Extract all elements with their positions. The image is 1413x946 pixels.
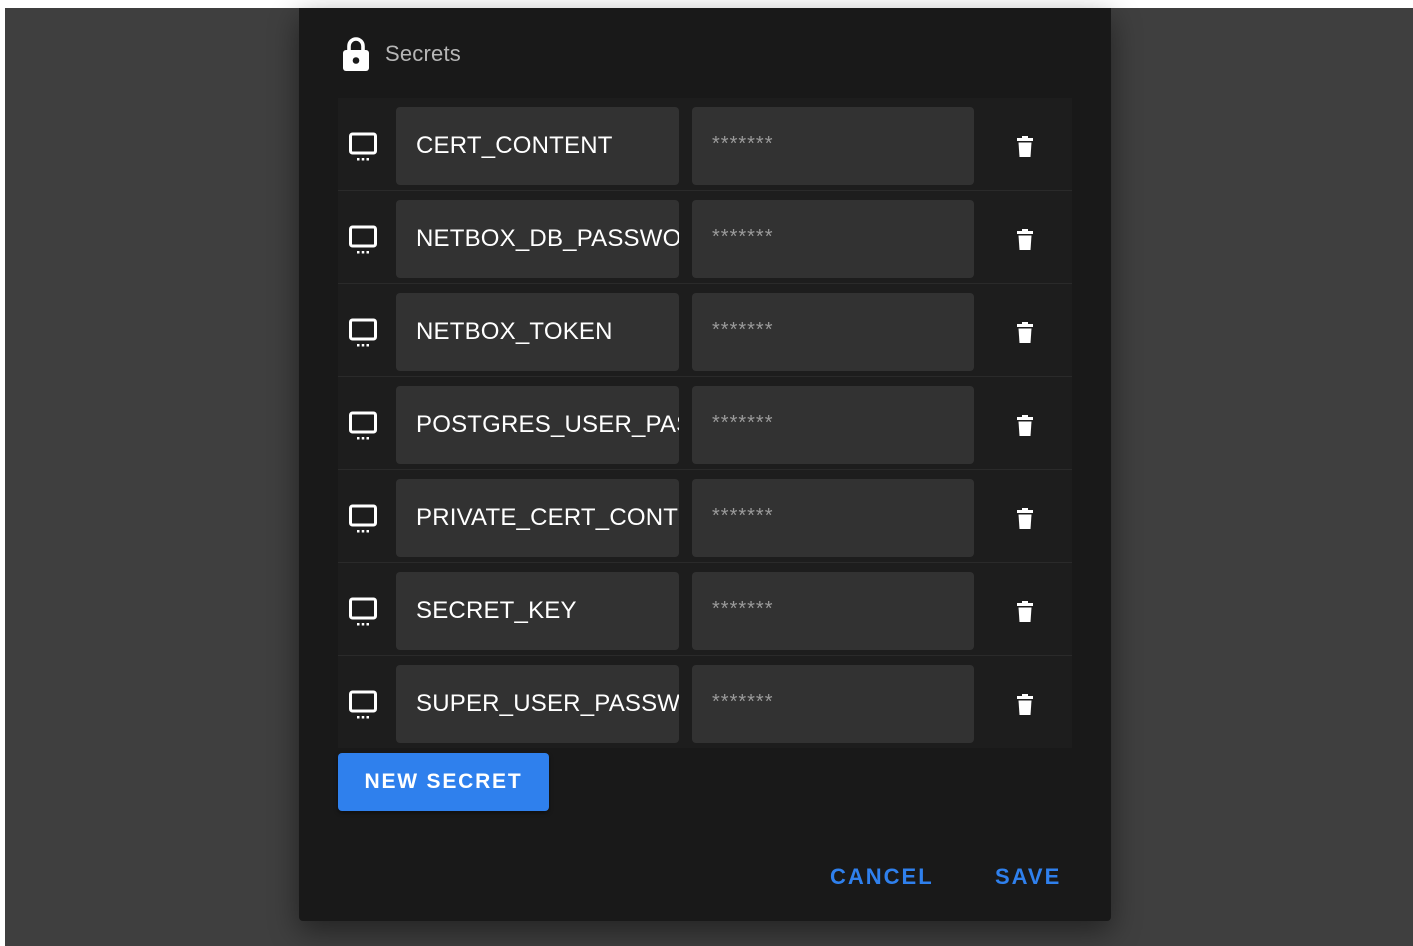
secret-value-text: ******* (712, 133, 774, 155)
monitor-icon[interactable] (348, 225, 378, 255)
trash-icon[interactable] (1016, 415, 1034, 437)
secret-key-text: NETBOX_DB_PASSWORD (416, 225, 679, 252)
new-secret-button[interactable]: NEW SECRET (338, 753, 549, 811)
secret-key-text: SECRET_KEY (416, 597, 577, 624)
secret-value-field[interactable]: ******* (692, 665, 974, 743)
secret-key-field[interactable]: NETBOX_TOKEN (396, 293, 679, 371)
secret-key-field[interactable]: POSTGRES_USER_PASSWORD (396, 386, 679, 464)
trash-icon[interactable] (1016, 601, 1034, 623)
lock-icon (341, 36, 371, 72)
secret-row: SECRET_KEY ******* (338, 563, 1072, 656)
secret-key-text: SUPER_USER_PASSWORD (416, 690, 679, 717)
secret-value-text: ******* (712, 319, 774, 341)
secret-row: NETBOX_DB_PASSWORD ******* (338, 191, 1072, 284)
trash-icon[interactable] (1016, 322, 1034, 344)
secret-value-text: ******* (712, 412, 774, 434)
secret-key-text: CERT_CONTENT (416, 132, 613, 159)
dialog-title: Secrets (385, 41, 461, 66)
monitor-icon[interactable] (348, 597, 378, 627)
monitor-icon[interactable] (348, 504, 378, 534)
secret-value-field[interactable]: ******* (692, 107, 974, 185)
secret-row: SUPER_USER_PASSWORD ******* (338, 656, 1072, 749)
cancel-button[interactable]: CANCEL (830, 864, 934, 890)
secret-value-field[interactable]: ******* (692, 479, 974, 557)
monitor-icon[interactable] (348, 132, 378, 162)
monitor-icon[interactable] (348, 411, 378, 441)
secrets-list: CERT_CONTENT ******* NETBOX_DB_PASSWO **… (338, 98, 1072, 748)
trash-icon[interactable] (1016, 694, 1034, 716)
secret-key-field[interactable]: SUPER_USER_PASSWORD (396, 665, 679, 743)
secret-value-text: ******* (712, 598, 774, 620)
secret-value-field[interactable]: ******* (692, 572, 974, 650)
secret-row: POSTGRES_USER_PASSWORD ******* (338, 377, 1072, 470)
secret-key-text: POSTGRES_USER_PASSWORD (416, 411, 679, 438)
secret-row: PRIVATE_CERT_CONTENT ******* (338, 470, 1072, 563)
trash-icon[interactable] (1016, 229, 1034, 251)
trash-icon[interactable] (1016, 136, 1034, 158)
monitor-icon[interactable] (348, 318, 378, 348)
secret-key-text: NETBOX_TOKEN (416, 318, 613, 345)
secret-key-field[interactable]: CERT_CONTENT (396, 107, 679, 185)
secret-value-field[interactable]: ******* (692, 386, 974, 464)
secret-key-field[interactable]: PRIVATE_CERT_CONTENT (396, 479, 679, 557)
secrets-dialog: Secrets CERT_CONTENT ******* NETBOX_DB_P… (299, 8, 1111, 921)
secret-value-field[interactable]: ******* (692, 200, 974, 278)
secret-row: CERT_CONTENT ******* (338, 98, 1072, 191)
secret-value-text: ******* (712, 505, 774, 527)
secret-value-field[interactable]: ******* (692, 293, 974, 371)
secret-key-field[interactable]: NETBOX_DB_PASSWORD (396, 200, 679, 278)
save-button[interactable]: SAVE (995, 864, 1061, 890)
monitor-icon[interactable] (348, 690, 378, 720)
secret-row: NETBOX_TOKEN ******* (338, 284, 1072, 377)
trash-icon[interactable] (1016, 508, 1034, 530)
secret-key-field[interactable]: SECRET_KEY (396, 572, 679, 650)
secret-value-text: ******* (712, 691, 774, 713)
secret-value-text: ******* (712, 226, 774, 248)
secret-key-text: PRIVATE_CERT_CONTENT (416, 504, 679, 531)
dialog-header: Secrets (341, 36, 461, 72)
